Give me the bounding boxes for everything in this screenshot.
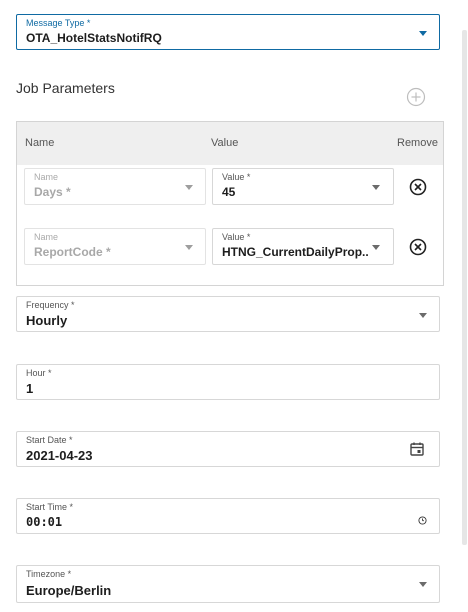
column-header-name: Name [25,137,55,149]
timezone-select[interactable]: Timezone * Europe/Berlin [16,565,440,603]
timezone-value: Europe/Berlin [26,583,112,598]
job-parameters-title: Job Parameters [16,80,115,96]
timezone-label: Timezone * [26,569,72,579]
remove-circle-icon[interactable] [409,238,427,256]
hour-input[interactable]: Hour * 1 [16,364,440,400]
chevron-down-icon[interactable] [419,582,427,587]
chevron-down-icon[interactable] [372,185,380,190]
param-name-value: Days * [34,185,71,199]
param-name-select: Name Days * [24,168,206,205]
start-time-value: 00:01 [26,515,63,529]
frequency-select[interactable]: Frequency * Hourly [16,296,440,332]
frequency-value: Hourly [26,313,68,328]
table-header: Name Value Remove [17,122,443,165]
hour-value: 1 [26,381,34,396]
param-value-label: Value * [222,172,251,182]
message-type-value: OTA_HotelStatsNotifRQ [26,31,162,45]
start-date-value: 2021-04-23 [26,448,93,463]
param-value-value: HTNG_CurrentDailyProp... [222,245,368,259]
column-header-remove: Remove [397,137,438,149]
frequency-label: Frequency * [26,300,75,310]
hour-label: Hour * [26,368,52,378]
chevron-down-icon[interactable] [419,31,427,36]
job-parameters-table: Name Value Remove Name Days * Value * 45… [16,121,444,286]
chevron-down-icon[interactable] [372,245,380,250]
remove-circle-icon[interactable] [409,178,427,196]
message-type-select[interactable]: Message Type * OTA_HotelStatsNotifRQ [16,14,440,50]
start-date-input[interactable]: Start Date * 2021-04-23 [16,431,440,467]
message-type-label: Message Type * [26,18,91,28]
scrollbar[interactable] [462,30,467,545]
param-name-value: ReportCode * [34,245,111,259]
param-value-label: Value * [222,232,251,242]
param-name-label: Name [34,232,59,242]
chevron-down-icon[interactable] [419,313,427,318]
start-time-input[interactable]: Start Time * 00:01 [16,498,440,534]
clock-icon[interactable] [418,516,427,525]
param-value-value: 45 [222,185,236,199]
calendar-icon[interactable] [409,441,425,457]
param-value-select[interactable]: Value * 45 [212,168,394,205]
add-circle-icon[interactable] [406,87,426,107]
param-name-label: Name [34,172,59,182]
chevron-down-icon [185,245,193,250]
param-name-select: Name ReportCode * [24,228,206,265]
start-time-label: Start Time * [26,502,74,512]
chevron-down-icon [185,185,193,190]
column-header-value: Value [211,137,239,149]
param-value-select[interactable]: Value * HTNG_CurrentDailyProp... [212,228,394,265]
start-date-label: Start Date * [26,435,73,445]
